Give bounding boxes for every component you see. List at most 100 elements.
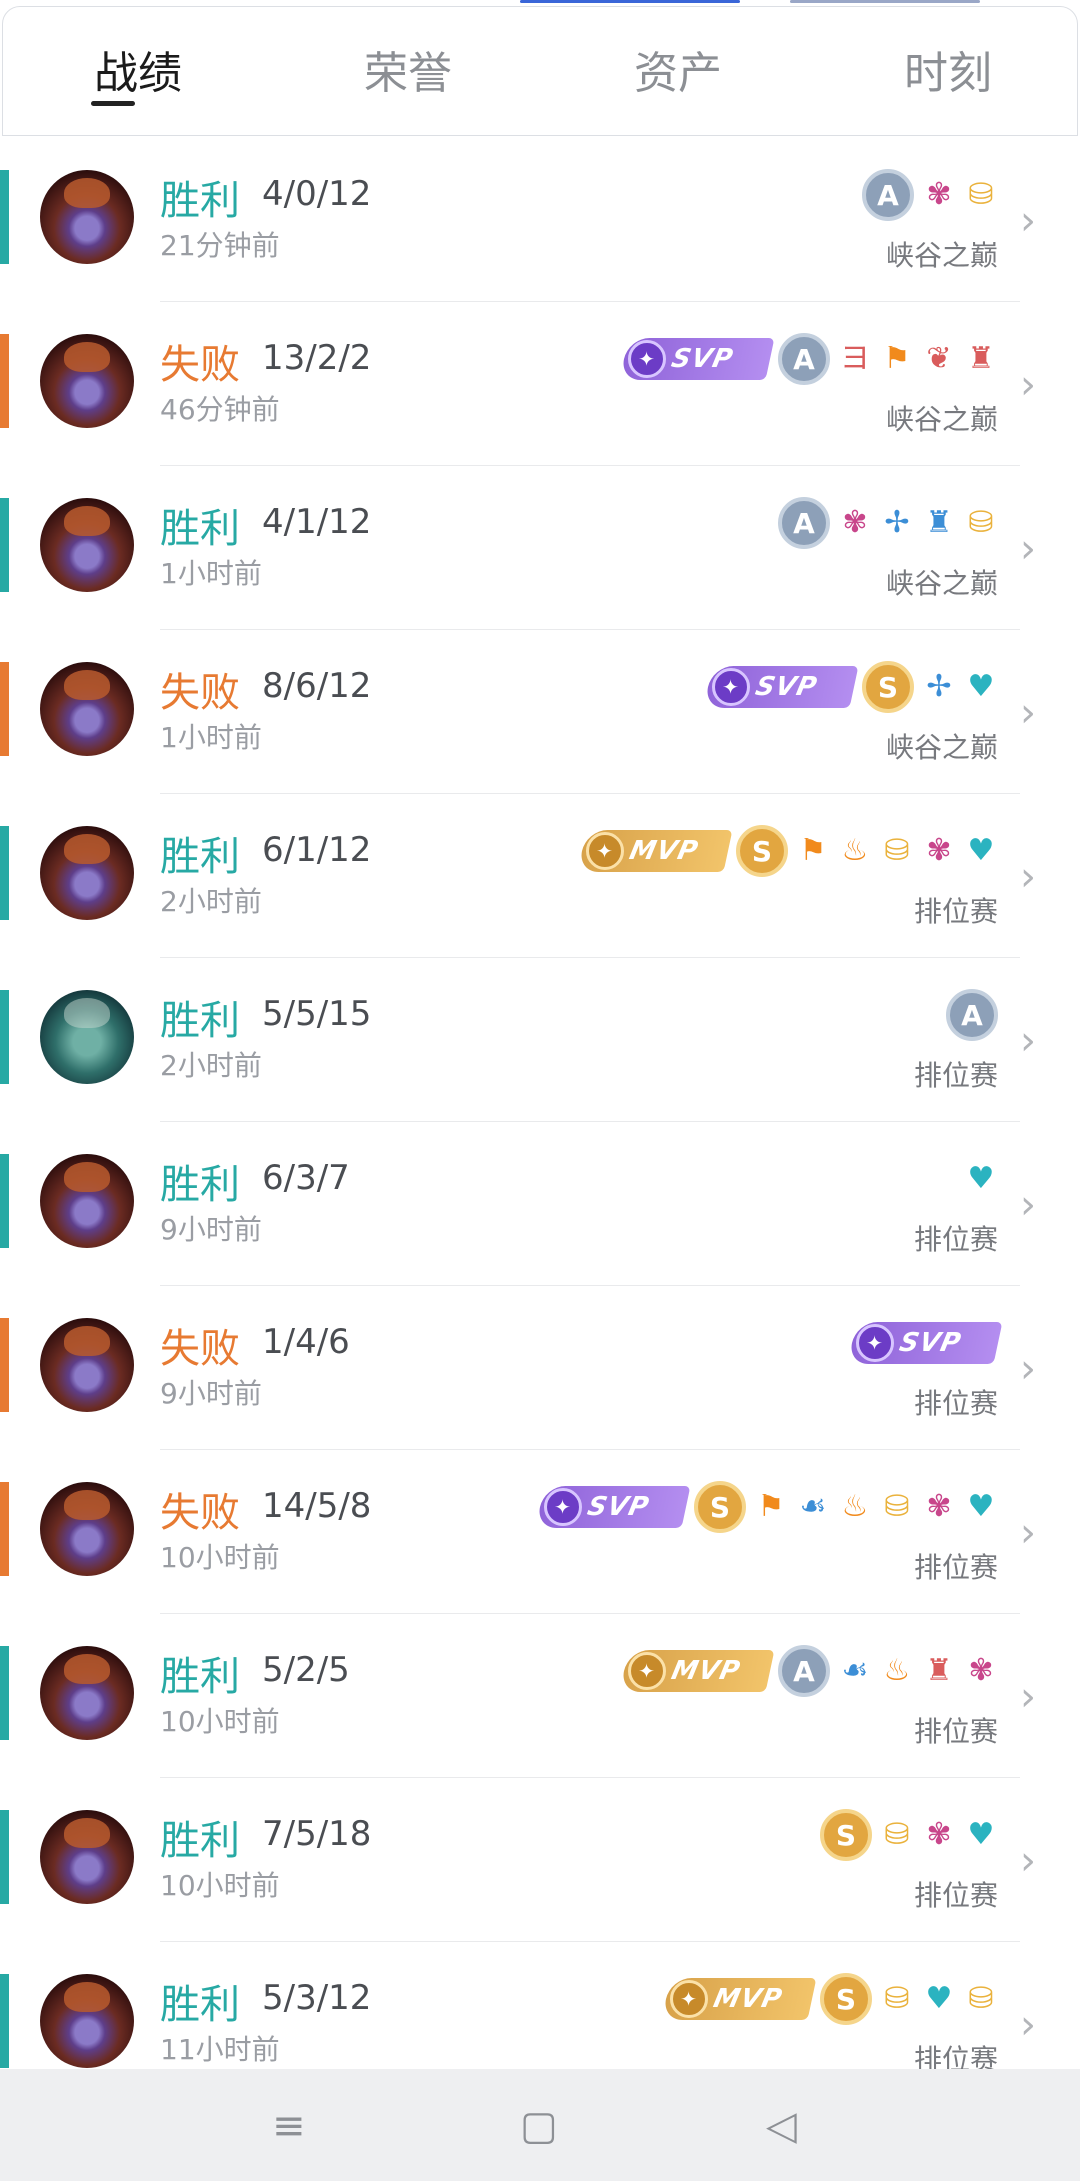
match-result: 胜利 <box>160 1162 240 1208</box>
match-row[interactable]: 胜利 6/1/12 2小时前 ✦ MVP S ⚑ ♨ ⛁ ✾ ♥ 排位赛 › <box>0 794 1080 958</box>
flag-icon: ⚑ <box>799 833 827 868</box>
match-row[interactable]: 胜利 5/5/15 2小时前 A 排位赛 › <box>0 958 1080 1122</box>
chevron-right-icon[interactable]: › <box>1020 1346 1036 1392</box>
back-icon[interactable]: ◁ <box>766 2103 797 2149</box>
chess-tower-icon: ♜ <box>925 505 953 540</box>
game-mode: 排位赛 <box>913 1223 998 1256</box>
game-mode: 排位赛 <box>913 1387 998 1420</box>
game-mode: 排位赛 <box>913 895 998 928</box>
active-tab-indicator <box>91 101 135 106</box>
kda-score: 4/1/12 <box>262 502 372 542</box>
svp-label: SVP <box>584 1492 653 1522</box>
home-icon[interactable]: ▢ <box>520 2103 558 2149</box>
lotus-icon: ❦ <box>926 341 952 376</box>
heart-plus-icon: ♥ <box>967 1161 995 1196</box>
match-result: 胜利 <box>160 506 240 552</box>
star-coin-icon: ✦ <box>712 668 750 706</box>
svp-badge: ✦ SVP <box>703 666 859 708</box>
chevron-right-icon[interactable]: › <box>1020 1674 1036 1720</box>
flame-icon: ♨ <box>841 1489 869 1524</box>
match-time: 1小时前 <box>160 721 262 754</box>
game-mode: 峡谷之巅 <box>885 403 998 436</box>
demon-mask-icon: ✾ <box>842 505 868 540</box>
hero-avatar <box>40 1482 134 1576</box>
game-mode: 排位赛 <box>913 1715 998 1748</box>
demon-mask-icon: ✾ <box>926 177 952 212</box>
match-row[interactable]: 失败 14/5/8 10小时前 ✦ SVP S ⚑ ☙ ♨ ⛁ ✾ ♥ 排位赛 › <box>0 1450 1080 1614</box>
match-result: 失败 <box>160 670 240 716</box>
match-badges: A ✾ ⛁ <box>862 166 998 224</box>
mvp-label: MVP <box>710 1984 786 2014</box>
kda-score: 7/5/18 <box>262 1814 372 1854</box>
chevron-right-icon[interactable]: › <box>1020 1182 1036 1228</box>
heart-plus-icon: ♥ <box>967 669 995 704</box>
match-badges: ♥ <box>964 1150 998 1208</box>
match-row[interactable]: 胜利 4/1/12 1小时前 A ✾ ✢ ♜ ⛁ 峡谷之巅 › <box>0 466 1080 630</box>
result-stripe <box>0 1646 9 1740</box>
tab-moments[interactable]: 时刻 <box>858 37 1038 101</box>
wings-icon: ✢ <box>926 669 952 704</box>
game-mode: 峡谷之巅 <box>885 731 998 764</box>
mvp-badge: ✦ MVP <box>577 830 733 872</box>
kda-score: 6/3/7 <box>262 1158 350 1198</box>
gold-coins-icon: ⛁ <box>884 1981 910 2016</box>
chevron-right-icon[interactable]: › <box>1020 1838 1036 1884</box>
chevron-right-icon[interactable]: › <box>1020 2002 1036 2048</box>
match-badges: A <box>946 986 998 1044</box>
match-time: 21分钟前 <box>160 229 280 262</box>
status-strip-accent-secondary <box>790 0 980 3</box>
match-row[interactable]: 失败 1/4/6 9小时前 ✦ SVP 排位赛 › <box>0 1286 1080 1450</box>
tab-honor[interactable]: 荣誉 <box>318 37 498 101</box>
demon-mask-icon: ✾ <box>926 1489 952 1524</box>
chevron-right-icon[interactable]: › <box>1020 198 1036 244</box>
kda-score: 13/2/2 <box>262 338 372 378</box>
kda-score: 8/6/12 <box>262 666 372 706</box>
kda-score: 4/0/12 <box>262 174 372 214</box>
flame-icon: ♨ <box>883 1653 911 1688</box>
chevron-right-icon[interactable]: › <box>1020 1510 1036 1556</box>
grade-s-badge: S <box>736 825 788 877</box>
grade-a-badge: A <box>778 333 830 385</box>
chevron-right-icon[interactable]: › <box>1020 362 1036 408</box>
chevron-right-icon[interactable]: › <box>1020 526 1036 572</box>
triple-kill-icon: ヨ <box>840 341 870 376</box>
result-stripe <box>0 1154 9 1248</box>
flag-icon: ⚑ <box>883 341 911 376</box>
match-badges: ✦ SVP A ヨ ⚑ ❦ ♜ <box>619 330 998 388</box>
wings-icon: ✢ <box>884 505 910 540</box>
chevron-right-icon[interactable]: › <box>1020 1018 1036 1064</box>
star-coin-icon: ✦ <box>586 832 624 870</box>
hero-avatar <box>40 1974 134 2068</box>
menu-icon[interactable]: ≡ <box>272 2103 306 2149</box>
hero-avatar <box>40 1810 134 1904</box>
tab-record[interactable]: 战绩 <box>48 37 228 101</box>
match-row[interactable]: 胜利 6/3/7 9小时前 ♥ 排位赛 › <box>0 1122 1080 1286</box>
chevron-right-icon[interactable]: › <box>1020 854 1036 900</box>
mvp-badge: ✦ MVP <box>661 1978 817 2020</box>
match-row[interactable]: 胜利 7/5/18 10小时前 S ⛁ ✾ ♥ 排位赛 › <box>0 1778 1080 1942</box>
match-row[interactable]: 失败 8/6/12 1小时前 ✦ SVP S ✢ ♥ 峡谷之巅 › <box>0 630 1080 794</box>
kda-score: 5/3/12 <box>262 1978 372 2018</box>
match-row[interactable]: 胜利 4/0/12 21分钟前 A ✾ ⛁ 峡谷之巅 › <box>0 138 1080 302</box>
match-time: 10小时前 <box>160 1541 280 1574</box>
match-time: 46分钟前 <box>160 393 280 426</box>
match-time: 1小时前 <box>160 557 262 590</box>
demon-mask-icon: ✾ <box>926 833 952 868</box>
grade-a-badge: A <box>778 497 830 549</box>
match-result: 胜利 <box>160 1818 240 1864</box>
grade-s-badge: S <box>820 1973 872 2025</box>
result-stripe <box>0 662 9 756</box>
chevron-right-icon[interactable]: › <box>1020 690 1036 736</box>
tab-assets[interactable]: 资产 <box>588 37 768 101</box>
match-row[interactable]: 胜利 5/2/5 10小时前 ✦ MVP A ☙ ♨ ♜ ✾ 排位赛 › <box>0 1614 1080 1778</box>
match-badges: S ⛁ ✾ ♥ <box>820 1806 998 1864</box>
svp-badge: ✦ SVP <box>535 1486 691 1528</box>
grade-a-badge: A <box>946 989 998 1041</box>
match-row[interactable]: 失败 13/2/2 46分钟前 ✦ SVP A ヨ ⚑ ❦ ♜ 峡谷之巅 › <box>0 302 1080 466</box>
water-icon: ☙ <box>799 1489 827 1524</box>
match-badges: ✦ SVP S ⚑ ☙ ♨ ⛁ ✾ ♥ <box>535 1478 998 1536</box>
match-result: 失败 <box>160 342 240 388</box>
mvp-label: MVP <box>626 836 702 866</box>
result-stripe <box>0 1482 9 1576</box>
system-nav-bar: ≡ ▢ ◁ <box>0 2069 1080 2181</box>
